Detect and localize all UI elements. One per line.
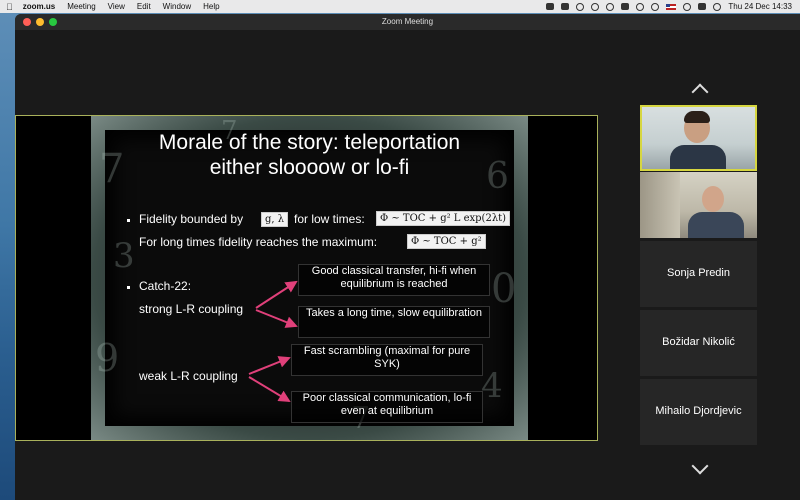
participant-name: Mihailo Djordjevic	[655, 405, 742, 417]
arrow-weak-to-fast	[248, 356, 291, 375]
arrow-strong-to-slow	[255, 309, 298, 328]
time-machine-icon[interactable]	[576, 2, 585, 11]
volume-icon[interactable]	[591, 2, 600, 11]
window-titlebar[interactable]: Zoom Meeting	[15, 14, 800, 30]
participant-body	[688, 212, 744, 238]
screen-share-view[interactable]: 7 3 9 6 0 4 7 7 Morale of the story: tel…	[15, 115, 598, 441]
menu-edit[interactable]: Edit	[137, 2, 151, 11]
arrow-weak-to-poor	[248, 376, 291, 403]
participant-video-2[interactable]	[640, 172, 757, 238]
arrows-layer	[248, 280, 298, 403]
menu-meeting[interactable]: Meeting	[67, 2, 95, 11]
search-icon[interactable]	[683, 2, 692, 11]
scroll-down-chevron-icon[interactable]	[691, 457, 709, 475]
menubar-clock[interactable]: Thu 24 Dec 14:33	[728, 2, 792, 11]
zoom-window: Zoom Meeting 7 3 9 6 0 4 7 7 Morale of t…	[15, 14, 800, 500]
macos-menu-bar:  zoom.us Meeting View Edit Window Help …	[0, 0, 800, 13]
menu-window[interactable]: Window	[163, 2, 191, 11]
participant-body	[670, 145, 726, 169]
wifi-icon[interactable]	[651, 2, 660, 11]
participant-name: Sonja Predin	[667, 267, 730, 279]
arrow-strong-to-good	[255, 280, 298, 309]
battery-icon[interactable]	[621, 3, 630, 10]
input-source-flag-icon[interactable]	[666, 3, 677, 10]
control-center-icon[interactable]	[698, 3, 707, 10]
window-title: Zoom Meeting	[381, 17, 434, 26]
siri-icon[interactable]	[713, 2, 722, 11]
dropbox-icon[interactable]	[561, 3, 570, 10]
participant-hair	[684, 111, 710, 123]
zoom-tray-icon[interactable]	[546, 3, 555, 10]
presentation-slide: 7 3 9 6 0 4 7 7 Morale of the story: tel…	[91, 116, 528, 440]
bluetooth-icon[interactable]	[606, 2, 615, 11]
apple-menu-icon[interactable]: 	[6, 2, 13, 12]
clock-icon[interactable]	[636, 2, 645, 11]
app-menu[interactable]: zoom.us	[23, 2, 55, 11]
participant-face	[702, 186, 724, 212]
participant-name: Božidar Nikolić	[662, 336, 735, 348]
participant-tile-1[interactable]: Sonja Predin	[640, 241, 757, 307]
participant-tile-3[interactable]: Mihailo Djordjevic	[640, 379, 757, 445]
menu-view[interactable]: View	[108, 2, 125, 11]
scroll-up-chevron-icon[interactable]	[691, 83, 709, 101]
participant-video-active-speaker[interactable]	[640, 105, 757, 171]
menu-help[interactable]: Help	[203, 2, 219, 11]
background-shelf	[640, 172, 680, 238]
participant-tile-2[interactable]: Božidar Nikolić	[640, 310, 757, 376]
meeting-content: 7 3 9 6 0 4 7 7 Morale of the story: tel…	[15, 30, 800, 500]
